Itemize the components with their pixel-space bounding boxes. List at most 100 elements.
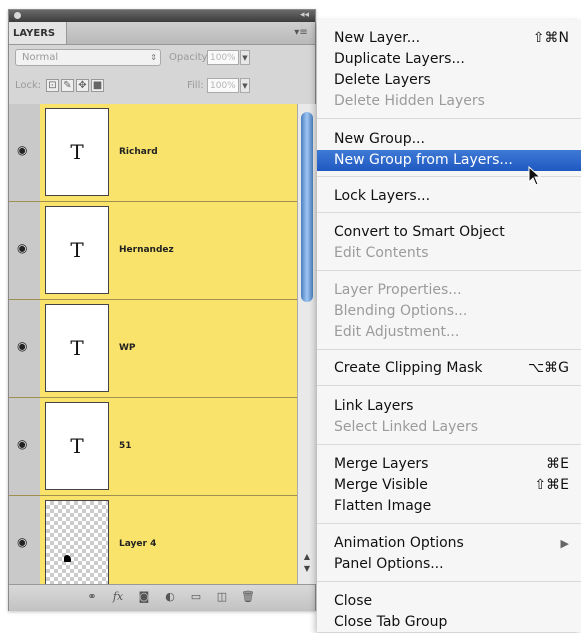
layer-row[interactable]: ◉ T 51 xyxy=(9,398,297,496)
visibility-toggle[interactable]: ◉ xyxy=(9,104,41,201)
lock-row: Lock: ⊡ ✎ ✥ ■ Fill: 100% ▼ xyxy=(9,74,315,98)
trash-icon[interactable]: 🗑 xyxy=(241,590,255,604)
scroll-up-icon[interactable]: ▲ xyxy=(302,552,312,562)
opacity-label: Opacity: xyxy=(169,52,211,63)
layer-row[interactable]: ◉ T Richard xyxy=(9,104,297,202)
layer-thumbnail xyxy=(45,500,109,584)
menu-separator xyxy=(317,444,581,445)
menu-separator xyxy=(317,270,581,271)
layer-name[interactable]: WP xyxy=(119,300,136,397)
lock-all-icon[interactable]: ■ xyxy=(91,79,104,92)
layer-name[interactable]: Layer 4 xyxy=(119,496,156,584)
menu-item-label: Duplicate Layers... xyxy=(334,51,465,67)
menu-item-delete-hidden-layers: Delete Hidden Layers xyxy=(317,91,581,112)
layer-body[interactable]: T 51 xyxy=(40,398,297,495)
menu-item-layer-properties: Layer Properties... xyxy=(317,280,581,301)
layer-body[interactable]: T WP xyxy=(40,300,297,397)
menu-item-merge-layers[interactable]: Merge Layers ⌘E xyxy=(317,454,581,475)
layer-shape-preview xyxy=(64,555,71,562)
menu-item-label: Close Tab Group xyxy=(334,614,448,630)
menu-item-label: New Group... xyxy=(334,131,425,147)
layer-name[interactable]: Hernandez xyxy=(119,202,174,299)
eye-icon: ◉ xyxy=(17,143,28,157)
close-icon[interactable]: x xyxy=(14,12,21,19)
blend-mode-value: Normal xyxy=(22,52,59,63)
eye-icon: ◉ xyxy=(17,437,28,451)
layer-row[interactable]: ◉ T WP xyxy=(9,300,297,398)
menu-item-new-group[interactable]: New Group... xyxy=(317,129,581,150)
menu-item-shortcut: ⇧⌘E xyxy=(534,477,569,493)
lock-transparency-icon[interactable]: ⊡ xyxy=(46,79,59,92)
eye-icon: ◉ xyxy=(17,535,28,549)
scroll-down-icon[interactable]: ▼ xyxy=(302,564,312,574)
mask-icon[interactable]: ◙ xyxy=(137,590,151,604)
menu-item-shortcut: ⌘E xyxy=(546,456,569,472)
menu-item-shortcut: ⌥⌘G xyxy=(528,360,569,376)
menu-separator xyxy=(317,212,581,213)
link-icon[interactable]: ⚭ xyxy=(85,590,99,604)
menu-item-label: Delete Hidden Layers xyxy=(334,93,485,109)
layer-name[interactable]: Richard xyxy=(119,104,158,201)
menu-item-panel-options[interactable]: Panel Options... xyxy=(317,554,581,575)
panel-menu-icon[interactable]: ▾≡ xyxy=(293,27,309,38)
collapse-icon[interactable]: ◂◂ xyxy=(300,9,309,21)
menu-item-create-clipping-mask[interactable]: Create Clipping Mask ⌥⌘G xyxy=(317,358,581,379)
layers-list: ◉ T Richard ◉ T Hernandez ◉ T WP ◉ T 51 xyxy=(9,104,297,584)
menu-item-label: Animation Options xyxy=(334,535,464,551)
layer-row[interactable]: ◉ Layer 4 xyxy=(9,496,297,584)
menu-item-merge-visible[interactable]: Merge Visible ⇧⌘E xyxy=(317,475,581,496)
visibility-toggle[interactable]: ◉ xyxy=(9,496,41,584)
layers-scrollbar[interactable]: ▲ ▼ xyxy=(297,104,316,584)
menu-item-close[interactable]: Close xyxy=(317,591,581,612)
layer-row[interactable]: ◉ T Hernandez xyxy=(9,202,297,300)
layer-body[interactable]: Layer 4 xyxy=(40,496,297,584)
menu-item-shortcut: ⇧⌘N xyxy=(532,30,569,46)
menu-separator xyxy=(317,349,581,350)
new-layer-icon[interactable]: ◫ xyxy=(215,590,229,604)
menu-item-label: Convert to Smart Object xyxy=(334,224,505,240)
adjustment-icon[interactable]: ◐ xyxy=(163,590,177,604)
visibility-toggle[interactable]: ◉ xyxy=(9,300,41,397)
tab-layers[interactable]: LAYERS xyxy=(9,22,67,44)
menu-item-close-tab-group[interactable]: Close Tab Group xyxy=(317,612,581,633)
menu-item-label: Create Clipping Mask xyxy=(334,360,483,376)
visibility-toggle[interactable]: ◉ xyxy=(9,398,41,495)
layer-body[interactable]: T Hernandez xyxy=(40,202,297,299)
menu-separator xyxy=(317,581,581,582)
menu-item-duplicate-layers[interactable]: Duplicate Layers... xyxy=(317,49,581,70)
menu-separator xyxy=(317,118,581,119)
lock-position-icon[interactable]: ✥ xyxy=(76,79,89,92)
menu-item-label: Close xyxy=(334,593,373,609)
fill-dropdown-icon[interactable]: ▼ xyxy=(240,78,250,93)
layer-name[interactable]: 51 xyxy=(119,398,132,495)
mouse-cursor-icon xyxy=(528,166,542,186)
blend-mode-select[interactable]: Normal ⇕ xyxy=(15,49,161,66)
layer-thumbnail: T xyxy=(45,304,109,392)
opacity-dropdown-icon[interactable]: ▼ xyxy=(240,50,250,65)
fill-field[interactable]: 100% xyxy=(207,78,239,93)
folder-icon[interactable]: ▭ xyxy=(189,590,203,604)
updown-arrow-icon: ⇕ xyxy=(150,53,157,62)
submenu-arrow-icon: ▶ xyxy=(560,537,569,550)
menu-item-link-layers[interactable]: Link Layers xyxy=(317,396,581,417)
menu-item-label: Lock Layers... xyxy=(334,188,431,204)
scrollbar-thumb[interactable] xyxy=(301,112,313,302)
layer-body[interactable]: T Richard xyxy=(40,104,297,201)
opacity-field[interactable]: 100% xyxy=(207,50,239,65)
fx-icon[interactable]: fx xyxy=(111,590,125,604)
eye-icon: ◉ xyxy=(17,339,28,353)
menu-item-delete-layers[interactable]: Delete Layers xyxy=(317,70,581,91)
menu-item-lock-layers[interactable]: Lock Layers... xyxy=(317,186,581,207)
menu-item-label: Edit Contents xyxy=(334,245,429,261)
visibility-toggle[interactable]: ◉ xyxy=(9,202,41,299)
menu-item-new-layer[interactable]: New Layer... ⇧⌘N xyxy=(317,28,581,49)
lock-pixels-icon[interactable]: ✎ xyxy=(61,79,74,92)
menu-item-blending-options: Blending Options... xyxy=(317,301,581,322)
menu-item-select-linked-layers: Select Linked Layers xyxy=(317,417,581,438)
menu-item-label: Blending Options... xyxy=(334,303,468,319)
menu-item-animation-options[interactable]: Animation Options ▶ xyxy=(317,533,581,554)
menu-separator xyxy=(317,385,581,386)
menu-item-convert-smart-object[interactable]: Convert to Smart Object xyxy=(317,222,581,243)
menu-item-label: Edit Adjustment... xyxy=(334,324,460,340)
menu-item-flatten-image[interactable]: Flatten Image xyxy=(317,496,581,517)
